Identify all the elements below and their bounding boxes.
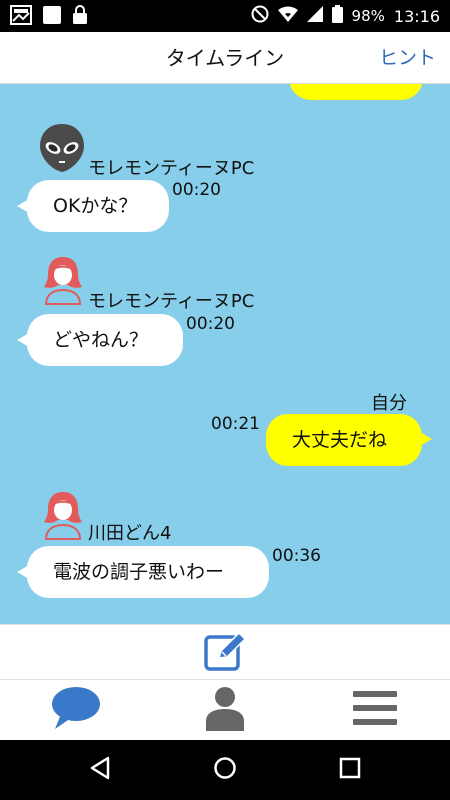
chat-timeline[interactable]: モレモンティーヌPC OKかな？ 00:20 モレモンティーヌPC どやねん？ …: [0, 84, 450, 624]
sender-name: 川田どん4: [88, 523, 172, 544]
status-time: 13:16: [393, 6, 440, 26]
bubble-tail: [17, 199, 29, 213]
bubble-tail: [17, 565, 29, 579]
sender-name: モレモンティーヌPC: [88, 291, 255, 312]
message-bubble[interactable]: OKかな？: [17, 180, 169, 232]
compose-icon[interactable]: [203, 629, 249, 675]
bubble-tail: [17, 333, 29, 347]
message-time: 00:21: [211, 414, 260, 434]
message-bubble-own-partial[interactable]: [289, 84, 423, 100]
message-bubble[interactable]: どやねん？: [17, 314, 183, 366]
back-icon: [89, 756, 111, 784]
woman-icon[interactable]: [42, 254, 84, 310]
nav-menu[interactable]: [300, 680, 450, 740]
lock-icon: [72, 5, 88, 29]
square-icon: [42, 5, 62, 29]
battery-icon: [331, 5, 343, 27]
nav-profile[interactable]: [150, 680, 300, 740]
status-bar: 98% 13:16: [0, 0, 450, 32]
menu-icon: [353, 689, 397, 731]
home-icon: [213, 756, 237, 784]
person-icon: [204, 685, 246, 735]
compose-bar: [0, 624, 450, 680]
header: タイムライン ヒント: [0, 32, 450, 84]
signal-icon: [306, 6, 323, 26]
hint-button[interactable]: ヒント: [379, 32, 436, 84]
message-time: 00:20: [186, 314, 235, 334]
woman-icon[interactable]: [42, 489, 84, 545]
gallery-icon: [10, 5, 32, 29]
wifi-icon: [277, 6, 298, 26]
home-button[interactable]: [195, 740, 255, 800]
chat-bubble-icon: [49, 685, 101, 735]
recents-icon: [339, 757, 361, 783]
nav-timeline[interactable]: [0, 680, 150, 740]
android-nav-bar: [0, 740, 450, 800]
back-button[interactable]: [70, 740, 130, 800]
message-time: 00:36: [272, 546, 321, 566]
bottom-nav: [0, 680, 450, 740]
no-disturb-icon: [251, 5, 269, 27]
bubble-tail: [420, 432, 432, 446]
sender-name-own: 自分: [371, 393, 407, 414]
alien-icon[interactable]: [38, 122, 86, 178]
message-time: 00:20: [172, 180, 221, 200]
recents-button[interactable]: [320, 740, 380, 800]
message-bubble[interactable]: 電波の調子悪いわー: [17, 546, 269, 598]
battery-level: 98%: [351, 7, 385, 25]
message-bubble-own[interactable]: 大丈夫だね: [266, 414, 432, 466]
sender-name: モレモンティーヌPC: [88, 158, 255, 179]
